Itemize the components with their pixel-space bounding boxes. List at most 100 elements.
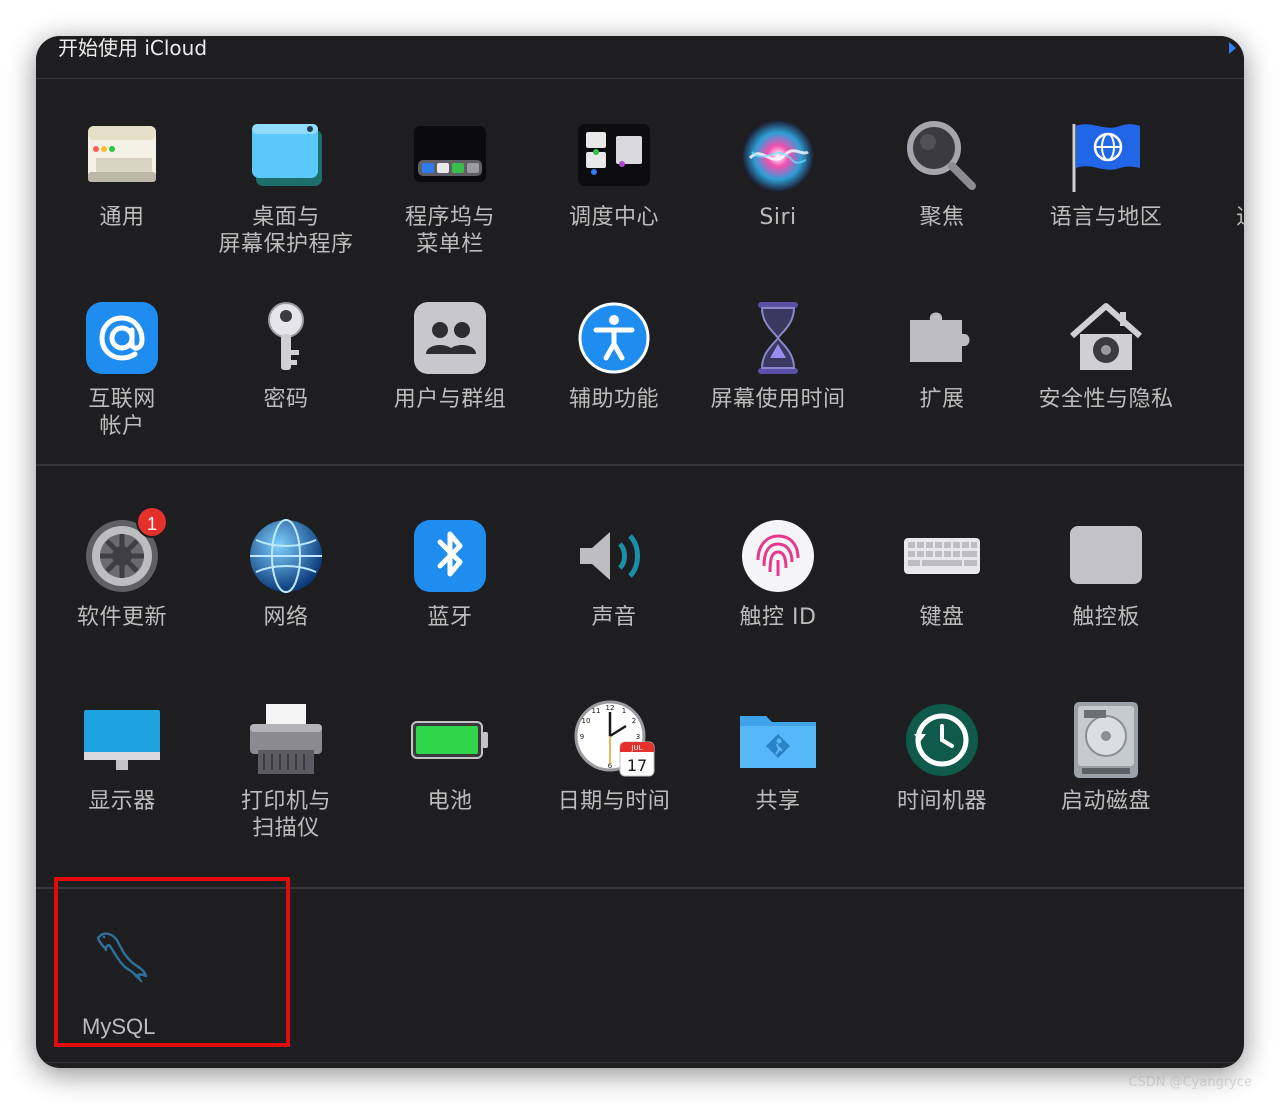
csdn-watermark: CSDN @Cyangryce [1128, 1075, 1252, 1090]
pane-software-update[interactable]: 1 软件更新 [40, 506, 204, 694]
siri-icon [736, 114, 820, 198]
bluetooth-icon [408, 514, 492, 598]
keyboard-icon [900, 514, 984, 598]
pane-time-machine[interactable]: 时间机器 [860, 698, 1024, 878]
pane-bluetooth-label: 蓝牙 [427, 605, 473, 630]
pane-touch-id[interactable]: 触控 ID [696, 514, 860, 694]
pane-spotlight[interactable]: 聚焦 [860, 114, 1024, 294]
pane-dock[interactable]: 程序坞与 菜单栏 [368, 114, 532, 294]
pane-mysql-label: MySQL [82, 1014, 156, 1039]
clock-calendar-icon: 12 3 6 9 1 2 11 10 JUL 17 [572, 698, 656, 782]
disk-icon [1064, 698, 1148, 782]
svg-text:3: 3 [636, 733, 640, 741]
pane-extensions[interactable]: 扩展 [860, 296, 1024, 476]
pane-desktop-label: 桌面与 屏幕保护程序 [218, 205, 354, 257]
svg-text:9: 9 [580, 733, 584, 741]
pane-bluetooth[interactable]: 蓝牙 [368, 514, 532, 694]
dock-icon [408, 114, 492, 198]
update-count-badge: 1 [136, 506, 168, 538]
pane-spotlight-label: 聚焦 [919, 205, 965, 230]
banner-arrow-icon[interactable] [1229, 42, 1236, 54]
spotlight-icon [900, 114, 984, 198]
icloud-banner[interactable]: 开始使用 iCloud [36, 36, 1244, 79]
key-icon [244, 296, 328, 380]
pane-users-label: 用户与群组 [393, 387, 507, 412]
pane-language-label: 语言与地区 [1049, 205, 1163, 230]
display-icon [80, 698, 164, 782]
puzzle-icon [900, 296, 984, 380]
printer-icon [244, 698, 328, 782]
section-divider [36, 1062, 1244, 1063]
pane-mission-control-label: 调度中心 [568, 205, 659, 230]
svg-text:10: 10 [582, 717, 591, 725]
battery-icon [408, 698, 492, 782]
pane-network-label: 网络 [263, 605, 309, 630]
pane-passwords-label: 密码 [263, 387, 309, 412]
time-machine-icon [900, 698, 984, 782]
trackpad-icon [1064, 514, 1148, 598]
accessibility-icon [572, 296, 656, 380]
pane-battery[interactable]: 电池 [368, 698, 532, 878]
at-icon [80, 296, 164, 380]
pane-time-machine-label: 时间机器 [896, 789, 987, 814]
fingerprint-icon [736, 514, 820, 598]
sharing-folder-icon [736, 698, 820, 782]
mission-control-icon [572, 114, 656, 198]
pane-trackpad-label: 触控板 [1072, 605, 1140, 630]
pane-trackpad[interactable]: 触控板 [1024, 514, 1188, 694]
pane-dock-label: 程序坞与 菜单栏 [404, 205, 495, 257]
pane-keyboard[interactable]: 键盘 [860, 514, 1024, 694]
pane-displays[interactable]: 显示器 [40, 698, 204, 878]
network-globe-icon [244, 514, 328, 598]
pane-accessibility-label: 辅助功能 [568, 387, 659, 412]
pane-touch-id-label: 触控 ID [739, 605, 817, 630]
security-house-icon [1064, 296, 1148, 380]
pane-notifications[interactable]: 通知与 [1188, 114, 1244, 294]
icloud-banner-text[interactable]: 开始使用 iCloud [58, 36, 207, 61]
pane-date-time[interactable]: 12 3 6 9 1 2 11 10 JUL 17 日期与时间 [532, 698, 696, 878]
pane-sharing[interactable]: 共享 [696, 698, 860, 878]
pane-passwords[interactable]: 密码 [204, 296, 368, 476]
pane-printers-label: 打印机与 扫描仪 [240, 789, 331, 841]
pane-notifications-label: 通知与 [1236, 204, 1244, 231]
pane-users[interactable]: 用户与群组 [368, 296, 532, 476]
general-icon [80, 114, 164, 198]
pane-mission-control[interactable]: 调度中心 [532, 114, 696, 294]
pane-startup-disk-label: 启动磁盘 [1060, 789, 1151, 814]
pane-screen-time-label: 屏幕使用时间 [710, 387, 846, 412]
pane-internet-accounts-label: 互联网 帐户 [88, 387, 156, 439]
pane-siri-label: Siri [759, 205, 797, 230]
pane-language[interactable]: 语言与地区 [1024, 114, 1188, 294]
pane-extensions-label: 扩展 [919, 387, 965, 412]
pane-general-label: 通用 [99, 205, 145, 230]
pane-siri[interactable]: Siri [696, 114, 860, 294]
calendar-day: 17 [627, 756, 647, 775]
pane-accessibility[interactable]: 辅助功能 [532, 296, 696, 476]
gear-icon: 1 [80, 506, 168, 598]
hourglass-icon [736, 296, 820, 380]
pane-displays-label: 显示器 [88, 789, 156, 814]
svg-text:12: 12 [606, 704, 615, 712]
pane-sound[interactable]: 声音 [532, 514, 696, 694]
pane-general[interactable]: 通用 [40, 114, 204, 294]
pane-screen-time[interactable]: 屏幕使用时间 [696, 296, 860, 476]
notifications-icon [1228, 114, 1244, 198]
pane-desktop[interactable]: 桌面与 屏幕保护程序 [204, 114, 368, 294]
pane-internet-accounts[interactable]: 互联网 帐户 [40, 296, 204, 476]
pane-security[interactable]: 安全性与隐私 [1024, 296, 1188, 476]
desktop-icon [244, 114, 328, 198]
speaker-icon [572, 514, 656, 598]
pane-software-update-label: 软件更新 [76, 605, 167, 630]
svg-text:2: 2 [632, 717, 636, 725]
users-icon [408, 296, 492, 380]
pane-network[interactable]: 网络 [204, 514, 368, 694]
svg-text:11: 11 [592, 707, 601, 715]
pane-date-time-label: 日期与时间 [557, 789, 671, 814]
pane-battery-label: 电池 [427, 789, 473, 814]
pane-sound-label: 声音 [591, 605, 637, 630]
pane-startup-disk[interactable]: 启动磁盘 [1024, 698, 1188, 878]
pane-printers[interactable]: 打印机与 扫描仪 [204, 698, 368, 878]
svg-text:1: 1 [622, 707, 626, 715]
calendar-month: JUL [630, 744, 642, 752]
globe-flag-icon [1064, 114, 1148, 198]
